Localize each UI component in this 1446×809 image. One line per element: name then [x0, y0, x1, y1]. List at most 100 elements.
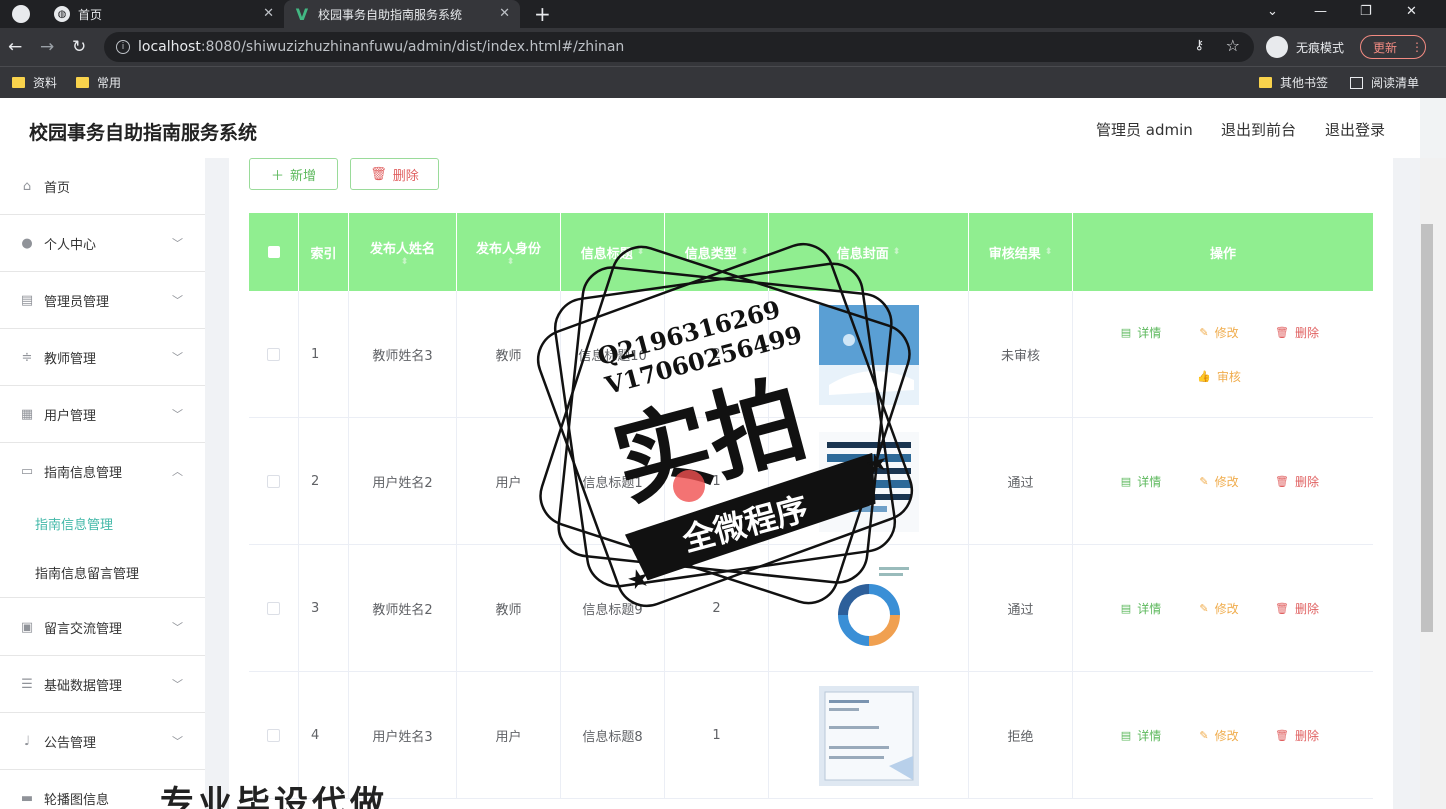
row-checkbox[interactable] — [267, 602, 280, 615]
minimize-icon[interactable]: — — [1314, 4, 1327, 19]
audit-button[interactable]: 👍 审核 — [1183, 361, 1255, 391]
detail-button[interactable]: ▤ 详情 — [1105, 466, 1177, 496]
select-all-cell[interactable] — [249, 213, 299, 291]
sidebar-subitem-guide-comments[interactable]: 指南信息留言管理 — [0, 548, 205, 598]
sidebar-subitem-guide-info[interactable]: 指南信息管理 — [0, 498, 205, 548]
app-title: 校园事务自助指南服务系统 — [29, 122, 258, 144]
cell-actions: ▤ 详情 ✎ 修改 🗑 删除 — [1073, 545, 1373, 672]
select-all-checkbox[interactable] — [267, 246, 280, 258]
edit-label: 修改 — [1214, 474, 1239, 489]
document-icon: ▤ — [1120, 325, 1132, 339]
delete-button[interactable]: 🗑 删除 — [1261, 593, 1333, 623]
add-button[interactable]: ＋ 新增 — [249, 158, 338, 190]
chevron-down-icon: ﹀ — [172, 294, 183, 307]
sort-icon[interactable]: ⬍ — [637, 247, 645, 257]
edit-button[interactable]: ✎ 修改 — [1183, 317, 1255, 347]
delete-label: 删除 — [1294, 728, 1319, 743]
cell-publisher-role: 教师 — [457, 545, 561, 672]
detail-button[interactable]: ▤ 详情 — [1105, 593, 1177, 623]
row-select-cell[interactable] — [249, 291, 299, 418]
batch-delete-button[interactable]: 🗑 删除 — [350, 158, 439, 190]
row-checkbox[interactable] — [267, 729, 280, 742]
delete-label: 删除 — [1294, 474, 1319, 489]
close-window-icon[interactable]: ✕ — [1406, 4, 1417, 19]
trash-icon: 🗑 — [1275, 728, 1289, 742]
info-icon[interactable]: i — [116, 40, 130, 54]
cell-publisher-name: 用户姓名2 — [349, 418, 457, 545]
row-checkbox[interactable] — [267, 475, 280, 488]
table-header: 索引 发布人姓名 ⬍ 发布人身份 ⬍ 信息标题 ⬍ 信息类型 ⬍ 信息封面 ⬍ 审核结果 ⬍… — [249, 213, 1373, 291]
row-checkbox[interactable] — [267, 348, 280, 361]
sidebar-item-profile[interactable]: ● 个人中心 ﹀ — [0, 215, 205, 272]
edit-button[interactable]: ✎ 修改 — [1183, 593, 1255, 623]
sidebar-item-users[interactable]: ▦ 用户管理 ﹀ — [0, 386, 205, 443]
forward-icon[interactable]: → — [40, 37, 54, 57]
pencil-icon: ✎ — [1199, 325, 1209, 339]
sort-icon[interactable]: ⬍ — [741, 247, 749, 257]
edit-button[interactable]: ✎ 修改 — [1183, 466, 1255, 496]
pencil-icon: ✎ — [1199, 728, 1209, 742]
detail-button[interactable]: ▤ 详情 — [1105, 720, 1177, 750]
cover-image[interactable] — [818, 431, 919, 532]
sidebar-item-guide[interactable]: ▭ 指南信息管理 ︿ — [0, 443, 205, 500]
tab-active[interactable]: V 校园事务自助指南服务系统 ✕ — [284, 0, 520, 28]
row-select-cell[interactable] — [249, 545, 299, 672]
cell-actions: ▤ 详情 ✎ 修改 🗑 删除 — [1073, 672, 1373, 799]
exit-to-front-link[interactable]: 退出到前台 — [1221, 119, 1296, 140]
detail-button[interactable]: ▤ 详情 — [1105, 317, 1177, 347]
delete-button[interactable]: 🗑 删除 — [1261, 720, 1333, 750]
reload-icon[interactable]: ↻ — [72, 37, 86, 57]
star-icon[interactable]: ☆ — [1226, 36, 1240, 55]
sidebar-item-basic-data[interactable]: ☰ 基础数据管理 ﹀ — [0, 656, 205, 713]
cell-info-type: 2 — [665, 545, 769, 672]
col-publisher-name[interactable]: 发布人姓名 ⬍ — [349, 213, 457, 291]
cover-image[interactable] — [818, 685, 919, 786]
tab-label: 校园事务自助指南服务系统 — [318, 7, 463, 22]
sidebar-item-messages[interactable]: ▣ 留言交流管理 ﹀ — [0, 599, 205, 656]
close-tab-icon[interactable]: ✕ — [499, 6, 510, 21]
restore-icon[interactable]: ❐ — [1360, 4, 1372, 19]
col-info-type[interactable]: 信息类型 ⬍ — [665, 213, 769, 291]
cover-image[interactable] — [818, 558, 919, 659]
chat-icon: ▭ — [20, 464, 34, 479]
sidebar-item-home[interactable]: ⌂ 首页 — [0, 158, 205, 215]
col-label: 信息标题 — [580, 246, 633, 262]
edit-button[interactable]: ✎ 修改 — [1183, 720, 1255, 750]
sidebar-item-admins[interactable]: ▤ 管理员管理 ﹀ — [0, 272, 205, 329]
col-info-title[interactable]: 信息标题 ⬍ — [561, 213, 665, 291]
bookmark-folder[interactable]: 资料 — [12, 74, 57, 91]
browser-menu-icon[interactable] — [12, 5, 30, 23]
incognito-indicator[interactable]: 无痕模式 — [1266, 34, 1344, 60]
col-audit-result[interactable]: 审核结果 ⬍ — [969, 213, 1073, 291]
sidebar-item-notices[interactable]: ♩ 公告管理 ﹀ — [0, 713, 205, 770]
bookmark-folder-other[interactable]: 其他书签 — [1259, 74, 1328, 91]
logout-link[interactable]: 退出登录 — [1325, 119, 1385, 140]
reading-list[interactable]: 阅读清单 — [1350, 74, 1419, 91]
scrollbar-thumb[interactable] — [1421, 224, 1433, 632]
update-button[interactable]: 更新 ⋮ — [1360, 35, 1426, 59]
sort-icon[interactable]: ⬍ — [401, 257, 409, 267]
globe-icon: ◍ — [54, 6, 70, 22]
col-publisher-role[interactable]: 发布人身份 ⬍ — [457, 213, 561, 291]
sidebar-item-teachers[interactable]: ≑ 教师管理 ﹀ — [0, 329, 205, 386]
close-tab-icon[interactable]: ✕ — [263, 6, 274, 21]
tab-search-icon[interactable]: ⌄ — [1267, 4, 1278, 19]
bookmark-folder[interactable]: 常用 — [76, 74, 121, 91]
cover-image[interactable] — [818, 304, 919, 405]
row-select-cell[interactable] — [249, 418, 299, 545]
sort-icon[interactable]: ⬍ — [893, 247, 901, 257]
new-tab-icon[interactable]: + — [534, 2, 551, 26]
sort-icon[interactable]: ⬍ — [507, 257, 515, 267]
tab-home[interactable]: ◍ 首页 ✕ — [44, 0, 284, 28]
sort-icon[interactable]: ⬍ — [1045, 247, 1053, 257]
key-icon[interactable]: ⚷ — [1194, 38, 1204, 53]
col-info-cover[interactable]: 信息封面 ⬍ — [769, 213, 969, 291]
delete-button[interactable]: 🗑 删除 — [1261, 317, 1333, 347]
page-scrollbar[interactable] — [1420, 158, 1446, 809]
back-icon[interactable]: ← — [8, 37, 22, 57]
url-field[interactable]: i localhost:8080/shiwuzizhuzhinanfuwu/ad… — [104, 32, 1254, 62]
col-label: 信息类型 — [684, 246, 737, 262]
delete-button[interactable]: 🗑 删除 — [1261, 466, 1333, 496]
bookmark-label: 其他书签 — [1280, 76, 1329, 90]
sidebar-item-label: 教师管理 — [44, 351, 97, 367]
